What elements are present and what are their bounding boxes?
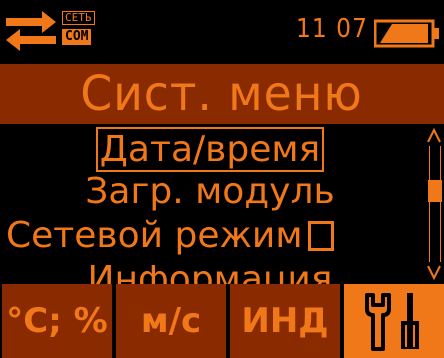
network-mode-checkbox[interactable] (308, 221, 335, 251)
softkey-tools[interactable] (344, 284, 444, 358)
scroll-down-icon[interactable] (426, 264, 442, 282)
menu-item-info[interactable]: Информация (0, 259, 420, 285)
menu-item-datetime[interactable]: Дата/время (0, 127, 420, 172)
softkey-label: м/с (140, 301, 202, 341)
menu-list: Дата/время Загр. модуль Сетевой режим Ин… (0, 124, 420, 284)
transfer-arrows-icon (6, 11, 56, 51)
softkey-speed[interactable]: м/с (116, 284, 226, 358)
network-label: СЕТЬ (62, 11, 95, 25)
menu-item-network-mode[interactable]: Сетевой режим (0, 216, 420, 256)
menu-item-load-module[interactable]: Загр. модуль (0, 172, 420, 212)
menu-item-label: Дата/время (95, 127, 325, 172)
clock: 11 07 (296, 14, 368, 44)
scroll-thumb[interactable] (428, 180, 442, 202)
softkey-label: °C; % (6, 301, 108, 341)
battery-icon (374, 19, 439, 48)
title-bar: Сист. меню (0, 64, 444, 124)
scroll-track[interactable] (429, 146, 441, 262)
network-indicator: СЕТЬ COM (62, 6, 102, 45)
softkey-bar: °C; % м/с ИНД (0, 284, 444, 358)
status-bar: СЕТЬ COM 11 07 (0, 0, 444, 64)
com-label: COM (62, 29, 92, 45)
tools-icon (365, 293, 419, 351)
scrollbar[interactable] (424, 124, 444, 284)
softkey-label: ИНД (241, 301, 329, 341)
menu-item-label: Сетевой режим (6, 215, 303, 256)
menu-item-label: Информация (87, 259, 333, 285)
menu-item-label: Загр. модуль (85, 171, 335, 212)
scroll-up-icon[interactable] (426, 126, 442, 144)
softkey-ind[interactable]: ИНД (230, 284, 340, 358)
softkey-units[interactable]: °C; % (2, 284, 112, 358)
page-title: Сист. меню (80, 66, 364, 122)
